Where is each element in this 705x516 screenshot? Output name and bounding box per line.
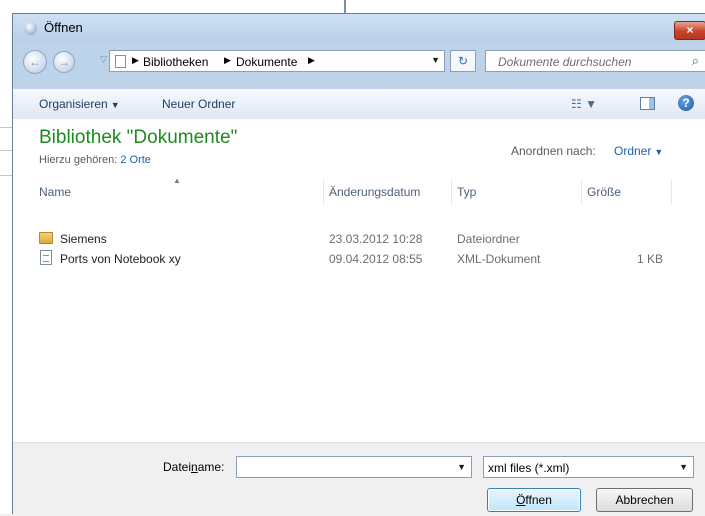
address-bar[interactable]: ▶ Bibliotheken ▶ Dokumente ▶ ▼ bbox=[109, 50, 445, 72]
file-row[interactable]: Siemens 23.03.2012 10:28 Dateiordner bbox=[39, 230, 679, 249]
organize-label: Organisieren bbox=[39, 97, 108, 111]
preview-pane-icon[interactable] bbox=[640, 97, 655, 110]
dialog-icon bbox=[24, 22, 37, 35]
file-list-pane[interactable]: Bibliothek "Dokumente" Hierzu gehören: 2… bbox=[13, 119, 705, 442]
organize-button[interactable]: Organisieren ▼ bbox=[39, 97, 120, 111]
file-type: XML-Dokument bbox=[457, 252, 541, 266]
background-divider bbox=[344, 0, 346, 13]
file-type-filter[interactable]: xml files (*.xml) ▼ bbox=[483, 456, 694, 478]
refresh-button[interactable]: ↻ bbox=[450, 50, 476, 72]
breadcrumb-bibliotheken[interactable]: Bibliotheken bbox=[143, 55, 208, 69]
column-header-name[interactable]: Name bbox=[33, 180, 323, 204]
breadcrumb-separator-icon[interactable]: ▶ bbox=[132, 55, 139, 66]
open-file-dialog: Öffnen × ← → ▽ ▶ Bibliotheken ▶ Dokument… bbox=[12, 13, 705, 516]
breadcrumb-separator-icon[interactable]: ▶ bbox=[308, 55, 315, 66]
column-header-type[interactable]: Typ bbox=[451, 180, 581, 204]
dialog-footer: Dateiname: ▼ xml files (*.xml) ▼ Öffnen … bbox=[13, 442, 705, 516]
includes-label: Hierzu gehören: bbox=[39, 154, 118, 166]
background-divider bbox=[0, 175, 12, 176]
background-divider bbox=[0, 127, 12, 128]
filename-input[interactable]: ▼ bbox=[236, 456, 472, 478]
breadcrumb-separator-icon[interactable]: ▶ bbox=[224, 55, 231, 66]
search-input[interactable]: Dokumente durchsuchen ⌕ bbox=[485, 50, 705, 72]
library-title: Bibliothek "Dokumente" bbox=[39, 127, 238, 148]
folder-icon bbox=[39, 232, 53, 244]
includes-locations-link[interactable]: 2 Orte bbox=[120, 154, 151, 166]
file-size: 1 KB bbox=[637, 252, 664, 266]
breadcrumb-dokumente[interactable]: Dokumente bbox=[236, 55, 297, 69]
filename-label-part: ame: bbox=[197, 460, 225, 474]
file-date: 23.03.2012 10:28 bbox=[329, 232, 423, 246]
filter-dropdown-icon[interactable]: ▼ bbox=[679, 462, 688, 472]
title-bar[interactable]: Öffnen × bbox=[13, 14, 705, 42]
change-view-icon[interactable]: ☷ ▼ bbox=[571, 97, 597, 111]
cancel-button[interactable]: Abbrechen bbox=[596, 488, 693, 512]
new-folder-button[interactable]: Neuer Ordner bbox=[162, 97, 235, 111]
filename-label: Dateiname: bbox=[163, 460, 224, 474]
file-type: Dateiordner bbox=[457, 232, 520, 246]
open-label: ffnen bbox=[525, 493, 552, 507]
arrange-by-value: Ordner bbox=[614, 144, 652, 158]
search-icon[interactable]: ⌕ bbox=[692, 53, 699, 69]
help-icon[interactable]: ? bbox=[678, 95, 694, 111]
document-icon bbox=[40, 250, 52, 265]
column-header-size[interactable]: Größe bbox=[581, 180, 671, 204]
library-includes: Hierzu gehören: 2 Orte bbox=[39, 154, 151, 166]
search-placeholder: Dokumente durchsuchen bbox=[498, 55, 632, 69]
close-button[interactable]: × bbox=[674, 21, 705, 40]
address-dropdown-icon[interactable]: ▼ bbox=[431, 55, 440, 65]
open-button[interactable]: Öffnen bbox=[487, 488, 581, 512]
column-divider[interactable] bbox=[671, 180, 672, 204]
file-row[interactable]: Ports von Notebook xy 09.04.2012 08:55 X… bbox=[39, 250, 679, 269]
dialog-title: Öffnen bbox=[44, 20, 83, 35]
file-type-value: xml files (*.xml) bbox=[488, 461, 570, 475]
chevron-down-icon: ▼ bbox=[110, 100, 120, 110]
file-name: Ports von Notebook xy bbox=[60, 252, 181, 266]
filename-label-accel: n bbox=[191, 460, 198, 474]
command-bar: Organisieren ▼ Neuer Ordner ☷ ▼ ? bbox=[13, 88, 705, 120]
arrange-by-label: Anordnen nach: bbox=[511, 144, 596, 158]
file-date: 09.04.2012 08:55 bbox=[329, 252, 423, 266]
filename-label-part: Datei bbox=[163, 460, 192, 474]
forward-button[interactable]: → bbox=[53, 51, 75, 73]
file-name: Siemens bbox=[60, 232, 107, 246]
background-divider bbox=[0, 150, 12, 151]
chevron-down-icon: ▼ bbox=[654, 147, 664, 157]
filename-dropdown-icon[interactable]: ▼ bbox=[457, 462, 466, 472]
arrange-by-dropdown[interactable]: Ordner ▼ bbox=[614, 144, 663, 158]
back-button[interactable]: ← bbox=[23, 50, 47, 74]
column-header-date[interactable]: Änderungsdatum bbox=[323, 180, 451, 204]
library-icon bbox=[115, 55, 126, 68]
history-dropdown-icon[interactable]: ▽ bbox=[100, 54, 107, 65]
